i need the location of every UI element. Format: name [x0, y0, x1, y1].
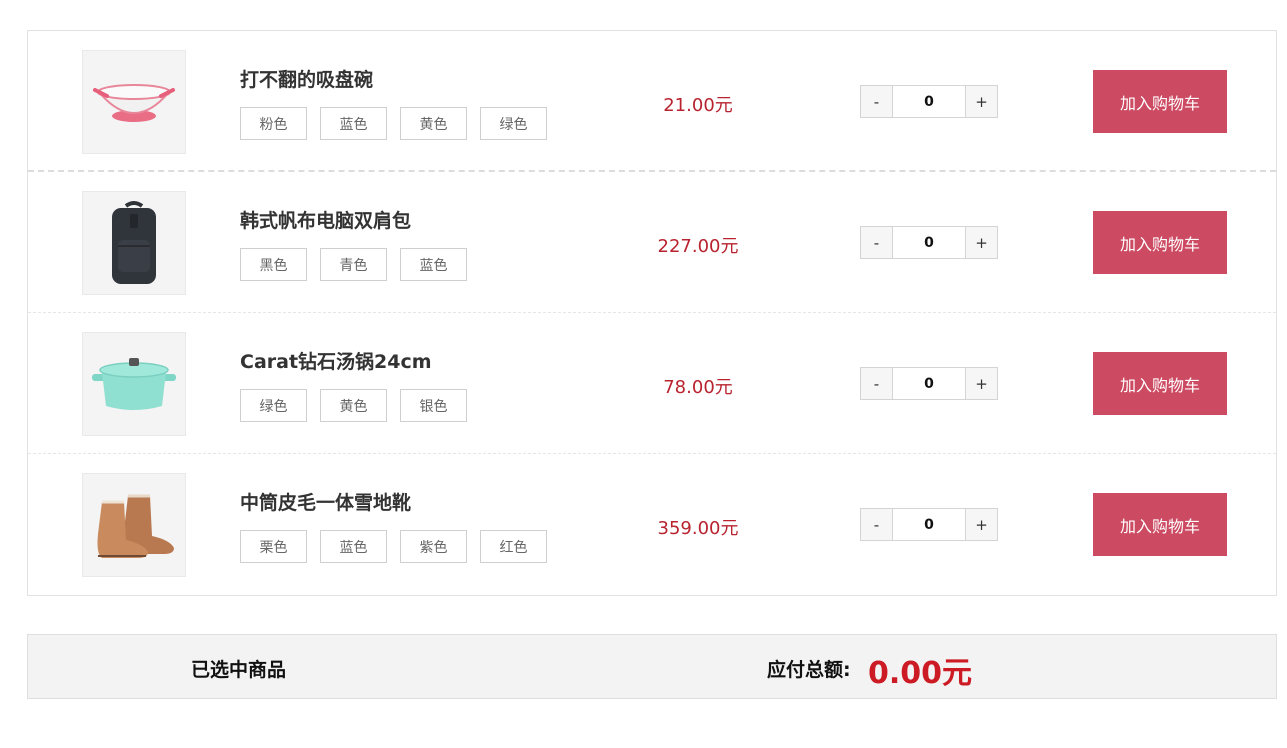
product-list: 打不翻的吸盘碗 粉色 蓝色 黄色 绿色 21.00元 - 0 + 加入购物车 韩…: [27, 30, 1277, 596]
decrement-button[interactable]: -: [861, 227, 893, 258]
product-row: 打不翻的吸盘碗 粉色 蓝色 黄色 绿色 21.00元 - 0 + 加入购物车: [28, 31, 1276, 172]
pot-icon: [92, 358, 176, 410]
add-to-cart-button[interactable]: 加入购物车: [1093, 211, 1227, 274]
quantity-value[interactable]: 0: [893, 227, 965, 258]
add-to-cart-button[interactable]: 加入购物车: [1093, 352, 1227, 415]
quantity-value[interactable]: 0: [893, 368, 965, 399]
quantity-value[interactable]: 0: [893, 86, 965, 117]
variant-group: 栗色 蓝色 紫色 红色: [240, 530, 560, 563]
variant-option[interactable]: 黄色: [320, 389, 387, 422]
increment-button[interactable]: +: [965, 227, 997, 258]
variant-option[interactable]: 蓝色: [320, 530, 387, 563]
variant-option[interactable]: 绿色: [480, 107, 547, 140]
product-name: Carat钻石汤锅24cm: [240, 351, 432, 373]
product-name: 中筒皮毛一体雪地靴: [240, 492, 412, 514]
boots-icon: [97, 494, 174, 558]
total-amount: 0.00元: [868, 656, 973, 691]
variant-option[interactable]: 栗色: [240, 530, 307, 563]
add-to-cart-button[interactable]: 加入购物车: [1093, 493, 1227, 556]
product-image-bowl[interactable]: [82, 50, 186, 154]
variant-option[interactable]: 黑色: [240, 248, 307, 281]
variant-option[interactable]: 粉色: [240, 107, 307, 140]
backpack-icon: [112, 201, 156, 284]
quantity-stepper: - 0 +: [860, 85, 998, 118]
decrement-button[interactable]: -: [861, 86, 893, 117]
product-price: 78.00元: [663, 377, 733, 398]
quantity-stepper: - 0 +: [860, 508, 998, 541]
product-price: 227.00元: [657, 236, 739, 257]
variant-option[interactable]: 蓝色: [400, 248, 467, 281]
decrement-button[interactable]: -: [861, 368, 893, 399]
variant-option[interactable]: 红色: [480, 530, 547, 563]
product-name: 韩式帆布电脑双肩包: [240, 210, 412, 232]
quantity-value[interactable]: 0: [893, 509, 965, 540]
increment-button[interactable]: +: [965, 86, 997, 117]
variant-option[interactable]: 绿色: [240, 389, 307, 422]
add-to-cart-button[interactable]: 加入购物车: [1093, 70, 1227, 133]
variant-option[interactable]: 银色: [400, 389, 467, 422]
quantity-stepper: - 0 +: [860, 367, 998, 400]
cart-summary-bar: 已选中商品 应付总额: 0.00元: [27, 634, 1277, 699]
variant-option[interactable]: 青色: [320, 248, 387, 281]
variant-option[interactable]: 蓝色: [320, 107, 387, 140]
product-name: 打不翻的吸盘碗: [240, 69, 374, 91]
total-label: 应付总额:: [767, 659, 851, 681]
quantity-stepper: - 0 +: [860, 226, 998, 259]
product-row: 韩式帆布电脑双肩包 黑色 青色 蓝色 227.00元 - 0 + 加入购物车: [28, 172, 1276, 313]
variant-option[interactable]: 黄色: [400, 107, 467, 140]
product-price: 21.00元: [663, 95, 733, 116]
variant-group: 绿色 黄色 银色: [240, 389, 480, 422]
variant-group: 粉色 蓝色 黄色 绿色: [240, 107, 560, 140]
decrement-button[interactable]: -: [861, 509, 893, 540]
bowl-icon: [93, 84, 175, 122]
variant-option[interactable]: 紫色: [400, 530, 467, 563]
product-row: 中筒皮毛一体雪地靴 栗色 蓝色 紫色 红色 359.00元 - 0 + 加入购物…: [28, 454, 1276, 595]
variant-group: 黑色 青色 蓝色: [240, 248, 480, 281]
product-price: 359.00元: [657, 518, 739, 539]
product-row: Carat钻石汤锅24cm 绿色 黄色 银色 78.00元 - 0 + 加入购物…: [28, 313, 1276, 454]
selected-items-label: 已选中商品: [191, 659, 287, 681]
product-image-backpack[interactable]: [82, 191, 186, 295]
increment-button[interactable]: +: [965, 509, 997, 540]
product-image-boots[interactable]: [82, 473, 186, 577]
increment-button[interactable]: +: [965, 368, 997, 399]
product-image-pot[interactable]: [82, 332, 186, 436]
